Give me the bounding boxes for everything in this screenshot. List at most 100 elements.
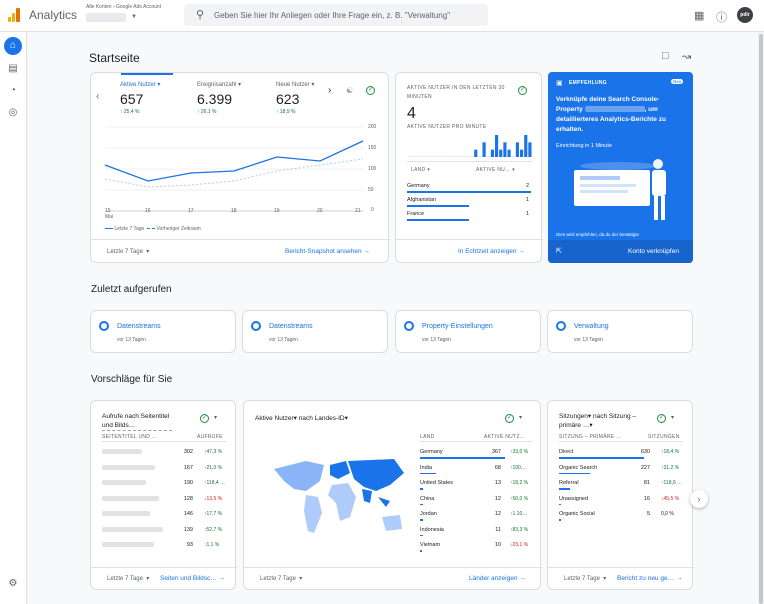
column-header[interactable]: AKTIVE NUTZ…: [484, 434, 525, 440]
explore-icon[interactable]: ◔: [4, 82, 22, 100]
minute-bar: [503, 142, 507, 157]
column-header[interactable]: SITZUNGEN: [648, 434, 680, 440]
compare-icon[interactable]: ☯: [346, 86, 353, 95]
row-value: 167: [183, 464, 193, 471]
recent-card[interactable]: Verwaltung vor 13 Tagen: [547, 310, 693, 353]
scrollbar[interactable]: [758, 32, 764, 604]
breadcrumb[interactable]: Alle Konten › Google Ads Account: [86, 4, 161, 10]
table-row[interactable]: India 68 ↑100,…: [244, 465, 540, 481]
recent-card[interactable]: Datenstreams vor 13 Tagen: [90, 310, 236, 353]
home-icon[interactable]: ⌂: [4, 37, 22, 55]
table-row[interactable]: Germany 367 ↑33,0 %: [244, 449, 540, 465]
metric-tab-new-users[interactable]: Neue Nutzer ▾ 623 ↑ 18,9 %: [276, 81, 336, 115]
x-tick: 20: [317, 208, 323, 214]
country-bar: [407, 191, 531, 193]
chevron-left-icon[interactable]: ‹: [96, 91, 99, 102]
reports-icon[interactable]: ▤: [4, 60, 22, 78]
apps-grid-icon[interactable]: ▦: [694, 9, 704, 22]
date-range-label: Letzte 7 Tage: [107, 576, 143, 582]
table-row[interactable]: United States 13 ↑18,2 %: [244, 480, 540, 496]
check-circle-icon[interactable]: ✓: [366, 86, 375, 95]
insights-icon[interactable]: ↝: [682, 50, 691, 63]
scrollbar-thumb[interactable]: [759, 34, 763, 604]
minute-bar: [499, 149, 503, 157]
recent-title: Datenstreams: [269, 323, 313, 330]
customize-icon[interactable]: □: [662, 50, 669, 62]
country-users-card: Aktive Nutzer▾ nach Landes-ID▾ ✓ ▾ LAND …: [243, 400, 542, 590]
date-range-select[interactable]: Letzte 7 Tage ▾: [564, 575, 606, 582]
check-circle-icon[interactable]: ✓: [200, 414, 209, 423]
table-row[interactable]: 146 ↑17,7 %: [91, 511, 235, 527]
date-range-label: Letzte 7 Tage: [107, 249, 143, 255]
settings-gear-icon[interactable]: ⚙: [4, 575, 22, 593]
table-row[interactable]: Vietnam 10 ↓23,1 %: [244, 542, 540, 558]
table-row[interactable]: Indonesia 11 ↑83,3 %: [244, 527, 540, 543]
metric-tab-event-count[interactable]: Ereignisanzahl ▾ 6.399 ↑ 26,1 %: [197, 81, 257, 115]
table-row[interactable]: China 12 ↑50,0 %: [244, 496, 540, 512]
carousel-next-button[interactable]: ›: [690, 490, 708, 508]
minute-bar: [524, 135, 528, 157]
link-account-button[interactable]: Konto verknüpfen: [628, 248, 679, 255]
column-header[interactable]: SITZUNG – PRIMÄRE …: [559, 434, 621, 440]
analytics-logo-icon[interactable]: [8, 8, 20, 22]
column-header[interactable]: AUFRUFE: [197, 434, 223, 440]
chevron-down-icon[interactable]: ▾: [519, 414, 522, 421]
row-bar: [420, 472, 436, 474]
row-delta-value: 1,1 %: [206, 542, 220, 548]
table-row[interactable]: Organic Search 227 ↑31,2 %: [548, 465, 692, 481]
minute-bar: [445, 156, 449, 157]
chevron-down-icon[interactable]: ▾: [671, 414, 674, 421]
table-row[interactable]: Organic Social 5 0,0 %: [548, 511, 692, 527]
date-range-select[interactable]: Letzte 7 Tage ▾: [260, 575, 302, 582]
check-circle-icon[interactable]: ✓: [657, 414, 666, 423]
check-circle-icon[interactable]: ✓: [505, 414, 514, 423]
recent-title: Datenstreams: [117, 323, 161, 330]
chevron-down-icon[interactable]: ▼: [131, 14, 137, 20]
recent-card[interactable]: Property-Einstellungen vor 13 Tagen: [395, 310, 541, 353]
redacted-page-title: [102, 511, 150, 516]
table-row[interactable]: 302 ↑47,3 %: [91, 449, 235, 465]
recommendation-card: ▣ EMPFEHLUNG Neu Verknüpfe deine Search …: [548, 72, 693, 263]
pages-link[interactable]: Seiten und Bildsc… →: [160, 575, 225, 582]
table-row[interactable]: Jordan 12 ↑1.10…: [244, 511, 540, 527]
traffic-report-link[interactable]: Bericht zu neu ge… →: [617, 575, 682, 582]
metric-tab-active-users[interactable]: Aktive Nutzer ▾ 657 ↑ 25,4 %: [120, 81, 180, 115]
card-title[interactable]: Aktive Nutzer▾ nach Landes-ID▾: [255, 414, 348, 422]
row-value: 367: [491, 449, 501, 455]
countries-link[interactable]: Länder anzeigen →: [469, 575, 526, 582]
table-row[interactable]: 190 ↑118,4 …: [91, 480, 235, 496]
chevron-down-icon[interactable]: ▾: [214, 414, 217, 421]
redacted-page-title: [102, 449, 142, 454]
country-column-header[interactable]: LAND ▾: [411, 167, 430, 173]
recent-card[interactable]: Datenstreams vor 13 Tagen: [242, 310, 388, 353]
row-delta-value: 52,7 %: [206, 526, 223, 533]
column-header[interactable]: SEITENTITEL UND …: [102, 434, 157, 440]
users-column-header[interactable]: AKTIVE NU… ▾: [476, 167, 515, 173]
chevron-right-icon[interactable]: ›: [328, 85, 331, 96]
advertising-icon[interactable]: ◎: [4, 104, 22, 122]
column-header[interactable]: LAND: [420, 434, 435, 440]
account-selector[interactable]: [86, 13, 126, 22]
realtime-link[interactable]: In Echtzeit anzeigen →: [458, 248, 525, 255]
table-row[interactable]: Direct 630 ↑18,4 %: [548, 449, 692, 465]
table-row[interactable]: 93 ↑1,1 %: [91, 542, 235, 558]
row-label: Indonesia: [420, 526, 444, 533]
settings-icon: [99, 321, 109, 331]
card-title[interactable]: Sitzungen▾ nach Sitzung – primäre …▾: [559, 412, 641, 430]
table-row[interactable]: Referral 81 ↑118,9 …: [548, 480, 692, 496]
help-icon[interactable]: ⓘ: [716, 9, 727, 25]
table-row[interactable]: Unassigned 16 ↓45,5 %: [548, 496, 692, 512]
row-delta: ↑17,7 %: [204, 511, 222, 517]
table-row[interactable]: 139 ↑52,7 %: [91, 526, 235, 543]
recommendation-sub: Einrichtung in 1 Minute: [556, 143, 612, 149]
date-range-select[interactable]: Letzte 7 Tage ▾: [107, 248, 149, 255]
table-row[interactable]: 167 ↑21,0 %: [91, 464, 235, 481]
check-circle-icon[interactable]: ✓: [518, 86, 527, 95]
table-row[interactable]: 128 ↓13,5 %: [91, 495, 235, 512]
date-range-select[interactable]: Letzte 7 Tage ▾: [107, 575, 149, 582]
report-snapshot-link[interactable]: Bericht-Snapshot ansehen →: [285, 248, 370, 255]
avatar[interactable]: pdir: [737, 7, 753, 23]
x-month: Mai: [105, 214, 114, 220]
search-input[interactable]: ⚲ Geben Sie hier Ihr Anliegen oder Ihre …: [184, 4, 488, 26]
expand-icon[interactable]: ⇱: [556, 247, 562, 255]
